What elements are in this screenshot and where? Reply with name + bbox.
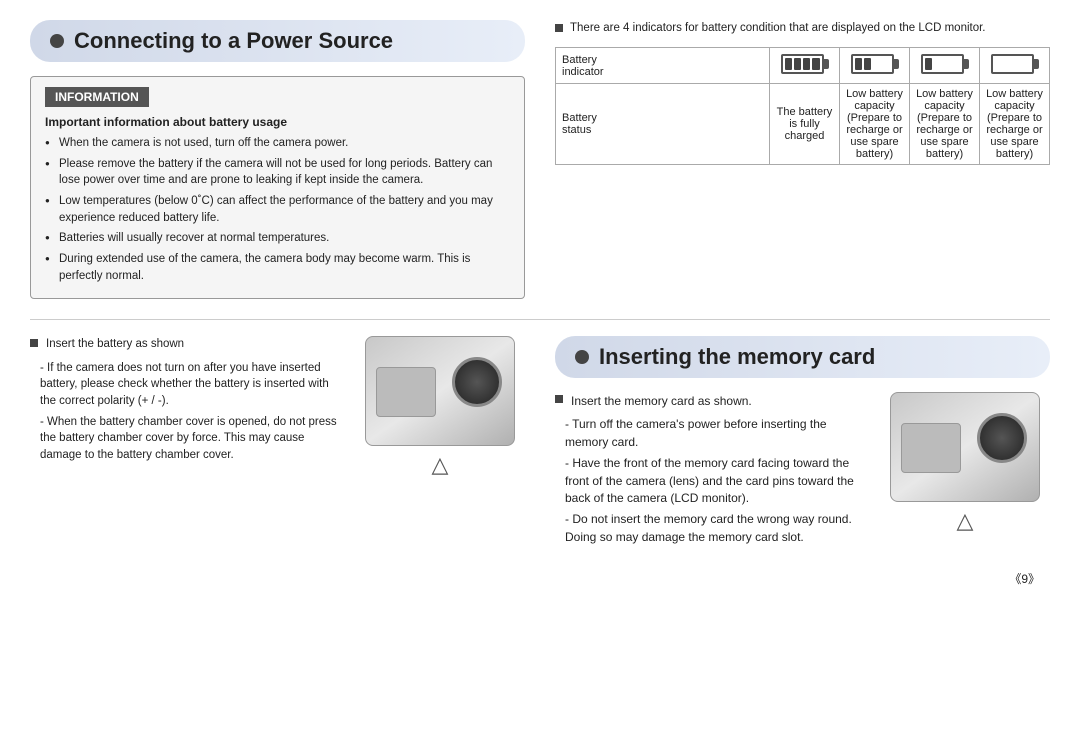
- battery-status-low2: Low battery capacity (Prepare to recharg…: [910, 84, 980, 165]
- title-bullet: [50, 34, 64, 48]
- insert-arrow-icon: △: [432, 452, 449, 478]
- batt-seg-2: [864, 58, 871, 70]
- battery-insert-text: Insert the battery as shown - If the cam…: [30, 336, 339, 467]
- batt-tip: [1034, 59, 1039, 69]
- batt-seg-empty4: [1022, 58, 1029, 70]
- battery-icon-low: [910, 48, 980, 84]
- battery-status-full: The battery is fully charged: [770, 84, 840, 165]
- list-item: When the camera is not used, turn off th…: [45, 135, 510, 152]
- batt-seg-empty: [995, 58, 1002, 70]
- memory-card-title: Inserting the memory card: [555, 336, 1050, 378]
- battery-indicator-label: Batteryindicator: [556, 48, 770, 84]
- batt-seg-empty: [873, 58, 880, 70]
- memory-camera-body: [901, 423, 961, 473]
- battery-insert-content: Insert the battery as shown - If the cam…: [30, 336, 525, 478]
- camera-illustration: [365, 336, 515, 446]
- memory-camera-lens: [977, 413, 1027, 463]
- battery-table: Batteryindicator: [555, 47, 1050, 165]
- battery-status-row: Batterystatus The battery is fully charg…: [556, 84, 1050, 165]
- memory-sub-item-2: - Have the front of the memory card faci…: [565, 455, 864, 507]
- battery-indicator-row: Batteryindicator: [556, 48, 1050, 84]
- connecting-section: Connecting to a Power Source INFORMATION…: [30, 20, 525, 299]
- square-bullet-icon: [30, 339, 38, 347]
- square-bullet-icon: [555, 24, 563, 32]
- batt-seg-1: [855, 58, 862, 70]
- battery-camera-image: △: [355, 336, 525, 478]
- batt-seg-empty3: [1013, 58, 1020, 70]
- section-divider: [30, 319, 1050, 320]
- list-item: During extended use of the camera, the c…: [45, 251, 510, 284]
- memory-insert-arrow-icon: △: [957, 508, 974, 534]
- camera-lens: [452, 357, 502, 407]
- memory-card-text: Insert the memory card as shown. - Turn …: [555, 392, 864, 550]
- list-item: Batteries will usually recover at normal…: [45, 230, 510, 247]
- batt-tip: [964, 59, 969, 69]
- memory-card-content: Insert the memory card as shown. - Turn …: [555, 392, 1050, 550]
- batt-seg-empty3: [952, 58, 959, 70]
- batt-seg-empty: [934, 58, 941, 70]
- title-bullet-icon: [575, 350, 589, 364]
- batt-seg-1: [925, 58, 932, 70]
- memory-sub-item-3: - Do not insert the memory card the wron…: [565, 511, 864, 546]
- batt-seg-3: [803, 58, 810, 70]
- battery-insert-section: Insert the battery as shown - If the cam…: [30, 336, 525, 550]
- battery-status-low3: Low battery capacity (Prepare to recharg…: [980, 84, 1050, 165]
- battery-sub-item-1: - If the camera does not turn on after y…: [40, 360, 339, 410]
- info-header: INFORMATION: [45, 87, 149, 107]
- information-box: INFORMATION Important information about …: [30, 76, 525, 299]
- memory-camera-illustration: [890, 392, 1040, 502]
- batt-seg-1: [785, 58, 792, 70]
- battery-main-bullet: Insert the battery as shown: [30, 336, 339, 353]
- info-subtitle: Important information about battery usag…: [45, 115, 510, 129]
- batt-tip: [894, 59, 899, 69]
- battery-sub-items: - If the camera does not turn on after y…: [40, 360, 339, 464]
- battery-sub-item-2: - When the battery chamber cover is open…: [40, 414, 339, 464]
- batt-seg-empty2: [943, 58, 950, 70]
- battery-icon-empty: [980, 48, 1050, 84]
- battery-status-low1: Low battery capacity (Prepare to recharg…: [840, 84, 910, 165]
- batt-seg-2: [794, 58, 801, 70]
- batt-seg-empty2: [882, 58, 889, 70]
- batt-tip: [824, 59, 829, 69]
- battery-icon-full: [770, 48, 840, 84]
- battery-status-label: Batterystatus: [556, 84, 770, 165]
- list-item: Low temperatures (below 0˚C) can affect …: [45, 193, 510, 226]
- camera-body-detail: [376, 367, 436, 417]
- connecting-title: Connecting to a Power Source: [30, 20, 525, 62]
- battery-icon-half: [840, 48, 910, 84]
- memory-sub-items: - Turn off the camera's power before ins…: [555, 416, 864, 546]
- memory-sub-item-1: - Turn off the camera's power before ins…: [565, 416, 864, 451]
- batt-seg-empty2: [1004, 58, 1011, 70]
- square-bullet-icon: [555, 395, 563, 403]
- memory-card-section: Inserting the memory card Insert the mem…: [555, 336, 1050, 550]
- page-number: 《9》: [30, 570, 1050, 587]
- memory-main-bullet: Insert the memory card as shown.: [555, 392, 864, 410]
- memory-camera-image: △: [880, 392, 1050, 534]
- batt-seg-4: [812, 58, 819, 70]
- info-list: When the camera is not used, turn off th…: [45, 135, 510, 284]
- battery-indicator-section: There are 4 indicators for battery condi…: [555, 20, 1050, 299]
- battery-intro-text: There are 4 indicators for battery condi…: [555, 20, 1050, 37]
- list-item: Please remove the battery if the camera …: [45, 156, 510, 189]
